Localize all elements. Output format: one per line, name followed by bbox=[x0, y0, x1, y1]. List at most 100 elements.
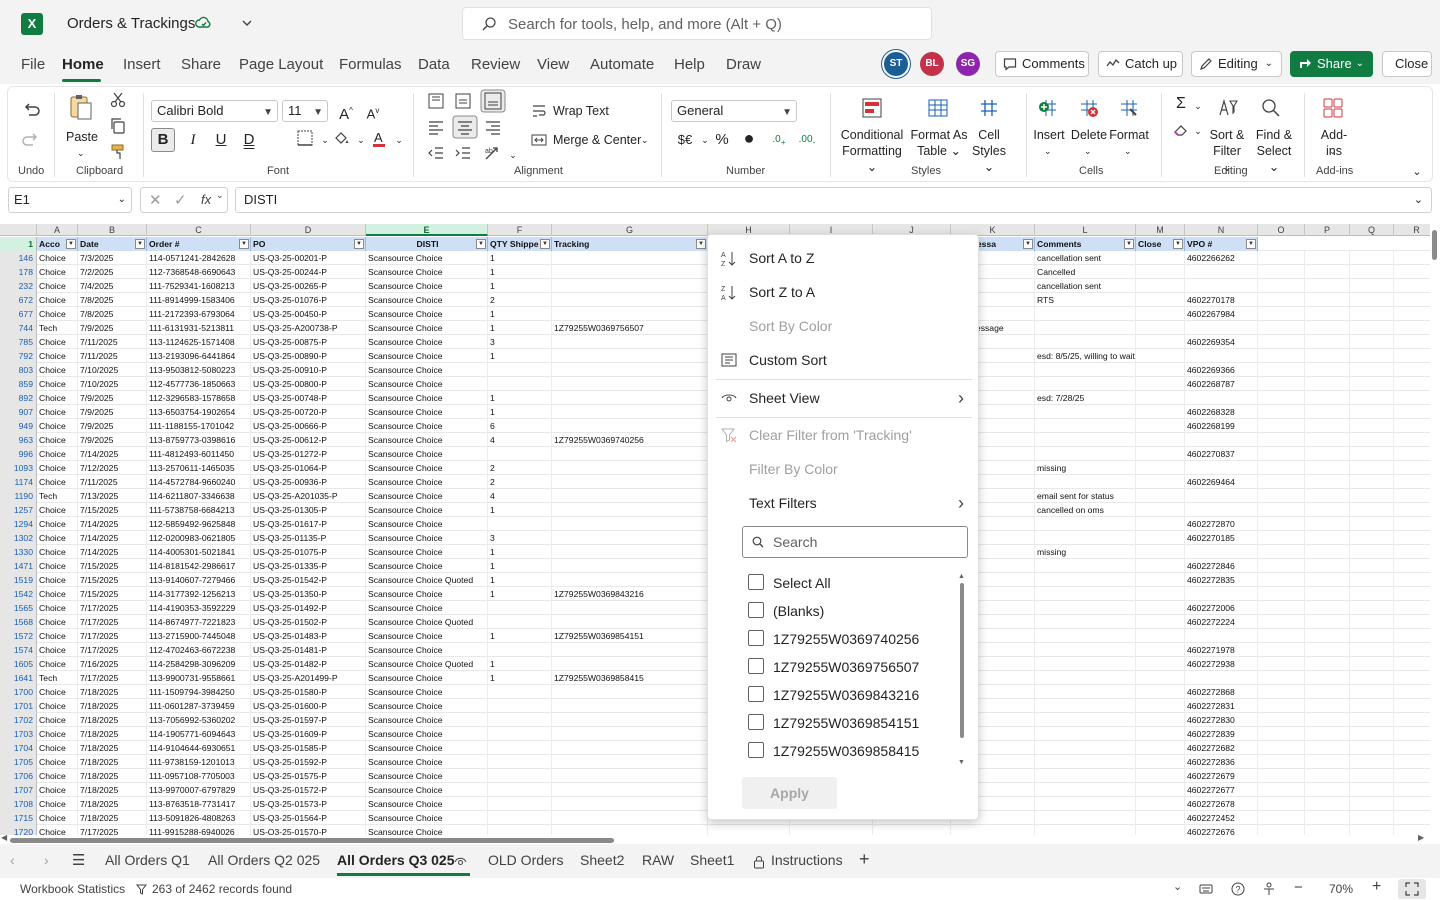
grid-cell[interactable]: 4602272830 bbox=[1185, 713, 1258, 727]
grid-cell[interactable]: Scansource Choice bbox=[366, 545, 488, 559]
grid-cell[interactable] bbox=[1035, 629, 1136, 643]
grid-cell[interactable] bbox=[552, 615, 708, 629]
grid-cell[interactable]: 1 bbox=[488, 503, 552, 517]
grid-cell[interactable] bbox=[1258, 251, 1305, 265]
grid-cell[interactable]: cancellation sent bbox=[1035, 251, 1136, 265]
grid-cell[interactable]: 1 bbox=[488, 279, 552, 293]
grid-cell[interactable] bbox=[1258, 741, 1305, 755]
sheet-tab[interactable]: RAW bbox=[642, 852, 674, 868]
grid-cell[interactable] bbox=[1035, 517, 1136, 531]
grid-cell[interactable] bbox=[1305, 419, 1350, 433]
grid-cell[interactable]: 4602272682 bbox=[1185, 741, 1258, 755]
column-header[interactable]: E bbox=[366, 224, 488, 236]
grid-cell[interactable] bbox=[1305, 559, 1350, 573]
grid-cell[interactable] bbox=[1258, 755, 1305, 769]
grid-cell[interactable]: Choice bbox=[37, 335, 78, 349]
grid-cell[interactable] bbox=[1035, 601, 1136, 615]
column-header[interactable]: D bbox=[251, 224, 366, 236]
grid-cell[interactable]: 4602269354 bbox=[1185, 335, 1258, 349]
scroll-down-icon[interactable]: ▼ bbox=[958, 759, 965, 766]
row-number[interactable]: 1 bbox=[0, 237, 37, 251]
grid-cell[interactable]: Choice bbox=[37, 769, 78, 783]
conditional-formatting-icon[interactable] bbox=[861, 97, 883, 119]
grid-cell[interactable]: US-Q3-25-00612-P bbox=[251, 433, 366, 447]
grid-cell[interactable]: US-Q3-25-A201035-P bbox=[251, 489, 366, 503]
grid-cell[interactable]: Scansource Choice bbox=[366, 531, 488, 545]
grid-cell[interactable]: Scansource Choice bbox=[366, 713, 488, 727]
grid-cell[interactable]: Scansource Choice bbox=[366, 265, 488, 279]
grid-cell[interactable]: cancelled on oms bbox=[1035, 503, 1136, 517]
grid-cell[interactable]: 4602272452 bbox=[1185, 811, 1258, 825]
delete-cells-label[interactable]: Delete bbox=[1070, 127, 1108, 143]
row-number[interactable]: 1519 bbox=[0, 573, 37, 587]
grid-cell[interactable]: Scansource Choice bbox=[366, 293, 488, 307]
grid-cell[interactable]: Choice bbox=[37, 657, 78, 671]
grid-cell[interactable] bbox=[1136, 545, 1185, 559]
row-number[interactable]: 672 bbox=[0, 293, 37, 307]
grid-cell[interactable] bbox=[1394, 293, 1430, 307]
grid-cell[interactable]: Scansource Choice bbox=[366, 475, 488, 489]
grid-cell[interactable] bbox=[1136, 265, 1185, 279]
grid-cell[interactable]: cancellation sent bbox=[1035, 279, 1136, 293]
delete-cells-icon[interactable] bbox=[1078, 97, 1100, 119]
tab-data[interactable]: Data bbox=[418, 56, 450, 73]
grid-cell[interactable]: 7/17/2025 bbox=[78, 671, 147, 685]
formula-input[interactable]: DISTI ⌄ bbox=[235, 187, 1432, 213]
grid-cell[interactable]: US-Q3-25-01305-P bbox=[251, 503, 366, 517]
grid-cell[interactable] bbox=[1136, 797, 1185, 811]
grid-cell[interactable] bbox=[1394, 461, 1430, 475]
copy-icon[interactable] bbox=[109, 117, 127, 135]
grid-cell[interactable] bbox=[1035, 307, 1136, 321]
row-number[interactable]: 1542 bbox=[0, 587, 37, 601]
grid-cell[interactable] bbox=[1136, 643, 1185, 657]
grid-cell[interactable]: 1 bbox=[488, 405, 552, 419]
borders-icon[interactable] bbox=[296, 129, 314, 147]
grid-cell[interactable]: 2 bbox=[488, 293, 552, 307]
grid-cell[interactable]: US-Q3-25-00720-P bbox=[251, 405, 366, 419]
grid-cell[interactable] bbox=[1035, 825, 1136, 835]
grid-cell[interactable]: 4602267984 bbox=[1185, 307, 1258, 321]
row-number[interactable]: 1641 bbox=[0, 671, 37, 685]
grid-cell[interactable]: Scansource Choice bbox=[366, 391, 488, 405]
grid-cell[interactable] bbox=[1185, 265, 1258, 279]
grid-cell[interactable]: 4602272677 bbox=[1185, 783, 1258, 797]
comments-button[interactable]: Comments bbox=[995, 51, 1089, 77]
grid-cell[interactable]: 4602272870 bbox=[1185, 517, 1258, 531]
row-number[interactable]: 785 bbox=[0, 335, 37, 349]
grid-cell[interactable]: US-Q3-25-01580-P bbox=[251, 685, 366, 699]
filter-value-label[interactable]: 1Z79255W0369854151 bbox=[773, 715, 919, 731]
grid-cell[interactable]: 111-9915288-6940026 bbox=[147, 825, 251, 835]
grid-cell[interactable] bbox=[1350, 531, 1394, 545]
grid-cell[interactable]: Scansource Choice bbox=[366, 741, 488, 755]
grid-cell[interactable] bbox=[1136, 713, 1185, 727]
grid-cell[interactable] bbox=[488, 825, 552, 835]
grid-cell[interactable]: 7/17/2025 bbox=[78, 643, 147, 657]
row-number[interactable]: 1703 bbox=[0, 727, 37, 741]
grid-cell[interactable] bbox=[1258, 363, 1305, 377]
grid-cell[interactable] bbox=[488, 601, 552, 615]
undo-icon[interactable] bbox=[20, 99, 42, 121]
header-cell[interactable]: QTY Shippe ▼ bbox=[488, 237, 552, 251]
cell-styles-label[interactable]: Cell Styles ⌄ bbox=[966, 127, 1012, 175]
grid-cell[interactable] bbox=[1394, 741, 1430, 755]
grid-cell[interactable]: Choice bbox=[37, 293, 78, 307]
grid-cell[interactable] bbox=[1394, 349, 1430, 363]
grid-cell[interactable]: US-Q3-25-00201-P bbox=[251, 251, 366, 265]
grid-cell[interactable] bbox=[552, 601, 708, 615]
grid-cell[interactable] bbox=[1350, 713, 1394, 727]
grid-cell[interactable]: 7/17/2025 bbox=[78, 601, 147, 615]
grid-cell[interactable] bbox=[1136, 419, 1185, 433]
grid-cell[interactable]: 1 bbox=[488, 587, 552, 601]
grid-cell[interactable] bbox=[1305, 825, 1350, 835]
grid-cell[interactable] bbox=[1305, 307, 1350, 321]
grid-cell[interactable] bbox=[1035, 433, 1136, 447]
grid-cell[interactable] bbox=[1394, 503, 1430, 517]
scroll-left-icon[interactable]: ◀ bbox=[1, 833, 7, 842]
grid-cell[interactable] bbox=[1394, 321, 1430, 335]
header-cell[interactable]: VPO # ▼ bbox=[1185, 237, 1258, 251]
grid-cell[interactable] bbox=[552, 293, 708, 307]
grid-cell[interactable]: Scansource Choice bbox=[366, 405, 488, 419]
grid-cell[interactable]: US-Q3-25-A201499-P bbox=[251, 671, 366, 685]
grid-cell[interactable]: Scansource Choice Quoted bbox=[366, 615, 488, 629]
grid-cell[interactable] bbox=[1305, 447, 1350, 461]
